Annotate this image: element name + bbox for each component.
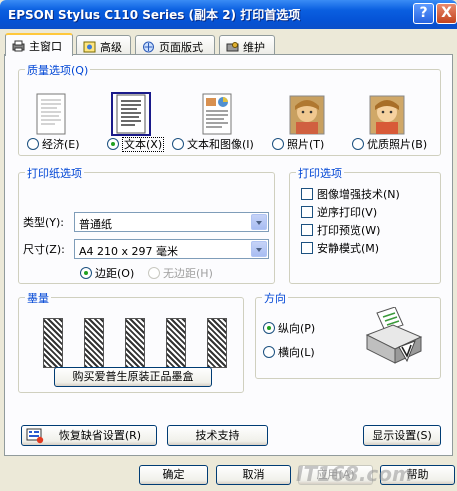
image-enhance-checkbox[interactable]: 图像增强技术(N) (301, 186, 400, 202)
print-options-group-title: 打印选项 (296, 165, 344, 181)
radio-indicator (148, 267, 160, 279)
tab-advanced[interactable]: 高级 (76, 35, 131, 55)
tab-main-label: 主窗口 (29, 40, 62, 53)
borderless-radio: 无边距(H) (148, 265, 213, 281)
cancel-button[interactable]: 取消 (216, 465, 291, 485)
print-preview-checkbox[interactable]: 打印预览(W) (301, 222, 380, 238)
paper-size-label: 尺寸(Z): (23, 243, 65, 256)
tab-page-layout-label: 页面版式 (159, 41, 203, 54)
restore-defaults-label: 恢复缺省设置(R) (58, 429, 142, 442)
quality-photo-label: 照片(T) (287, 138, 325, 151)
paper-size-value: A4 210 x 297 毫米 (79, 245, 179, 258)
quality-photo-radio[interactable]: 照片(T) (272, 136, 324, 152)
quality-economy-label: 经济(E) (42, 138, 80, 151)
help-icon[interactable]: ? (413, 3, 434, 24)
photo-icon[interactable] (287, 92, 327, 138)
quality-text-label: 文本(X) (122, 137, 165, 152)
ink-cartridge (166, 318, 186, 368)
radio-indicator (352, 138, 364, 150)
portrait-label: 纵向(P) (278, 322, 316, 335)
chevron-down-icon[interactable] (251, 214, 267, 230)
ink-cartridge (125, 318, 145, 368)
tech-support-button[interactable]: 技术支持 (167, 425, 268, 446)
paper-group-title: 打印纸选项 (25, 165, 84, 181)
quiet-mode-label: 安静模式(M) (317, 242, 380, 255)
checkbox-box (301, 188, 313, 200)
margin-radio[interactable]: 边距(O) (80, 265, 134, 281)
reverse-order-checkbox[interactable]: 逆序打印(V) (301, 204, 377, 220)
ink-cartridge (84, 318, 104, 368)
quality-best-photo-label: 优质照片(B) (367, 138, 428, 151)
text-icon[interactable] (111, 92, 151, 136)
tab-advanced-label: 高级 (100, 41, 122, 54)
quality-text-radio[interactable]: 文本(X) (107, 136, 165, 152)
quality-group-title: 质量选项(Q) (25, 62, 91, 78)
portrait-radio[interactable]: 纵向(P) (263, 320, 315, 336)
tab-maintenance[interactable]: 维护 (219, 35, 275, 55)
reverse-order-label: 逆序打印(V) (317, 206, 378, 219)
printer-icon (12, 40, 25, 52)
ok-button[interactable]: 确定 (139, 465, 208, 485)
window-title: EPSON Stylus C110 Series (副本 2) 打印首选项 (8, 8, 301, 22)
close-icon[interactable]: X (436, 3, 457, 24)
radio-indicator (263, 322, 275, 334)
ink-group-title: 墨量 (25, 290, 51, 306)
image-enhance-label: 图像增强技术(N) (317, 188, 400, 201)
tab-main[interactable]: 主窗口 (5, 33, 73, 56)
best-photo-icon[interactable] (367, 92, 407, 138)
quality-economy-radio[interactable]: 经济(E) (27, 136, 80, 152)
radio-indicator (272, 138, 284, 150)
text-and-image-icon[interactable] (197, 92, 237, 138)
main-panel: 质量选项(Q) 经济(E) 文本(X) 文本和图像(I) 照片(T) 优质照片(… (4, 54, 453, 456)
advanced-icon (83, 41, 96, 53)
margin-label: 边距(O) (95, 267, 135, 280)
paper-type-label: 类型(Y): (23, 216, 65, 229)
print-preview-label: 打印预览(W) (317, 224, 381, 237)
landscape-label: 横向(L) (278, 346, 315, 359)
economy-icon[interactable] (31, 92, 71, 138)
watermark: IT168.com (296, 462, 413, 486)
tab-maintenance-label: 维护 (243, 41, 265, 54)
ink-cartridge (207, 318, 227, 368)
quality-group: 质量选项(Q) 经济(E) 文本(X) 文本和图像(I) 照片(T) 优质照片(… (18, 62, 441, 156)
orientation-printer-icon (363, 306, 425, 367)
paper-type-value: 普通纸 (79, 218, 112, 231)
radio-indicator (107, 138, 119, 150)
tab-page-layout[interactable]: 页面版式 (135, 35, 215, 55)
radio-indicator (172, 138, 184, 150)
quiet-mode-checkbox[interactable]: 安静模式(M) (301, 240, 379, 256)
quality-text-image-radio[interactable]: 文本和图像(I) (172, 136, 254, 152)
ink-cartridge (43, 318, 63, 368)
quality-text-image-label: 文本和图像(I) (187, 138, 254, 151)
radio-indicator (80, 267, 92, 279)
display-settings-button[interactable]: 显示设置(S) (363, 425, 441, 446)
paper-type-select[interactable]: 普通纸 (74, 212, 269, 232)
paper-size-select[interactable]: A4 210 x 297 毫米 (74, 239, 269, 259)
checkbox-box (301, 242, 313, 254)
landscape-radio[interactable]: 横向(L) (263, 344, 315, 360)
chevron-down-icon[interactable] (251, 241, 267, 257)
restore-defaults-button[interactable]: 恢复缺省设置(R) (21, 425, 157, 446)
restore-defaults-icon (26, 428, 44, 444)
quality-best-photo-radio[interactable]: 优质照片(B) (352, 136, 427, 152)
maintenance-icon (226, 41, 239, 53)
title-bar[interactable]: EPSON Stylus C110 Series (副本 2) 打印首选项 ? … (0, 0, 457, 29)
radio-indicator (263, 346, 275, 358)
page-layout-icon (142, 41, 155, 53)
buy-ink-button[interactable]: 购买爱普生原装正品墨盒 (54, 367, 212, 387)
checkbox-box (301, 224, 313, 236)
radio-indicator (27, 138, 39, 150)
checkbox-box (301, 206, 313, 218)
borderless-label: 无边距(H) (163, 267, 213, 280)
orientation-group-title: 方向 (262, 290, 288, 306)
